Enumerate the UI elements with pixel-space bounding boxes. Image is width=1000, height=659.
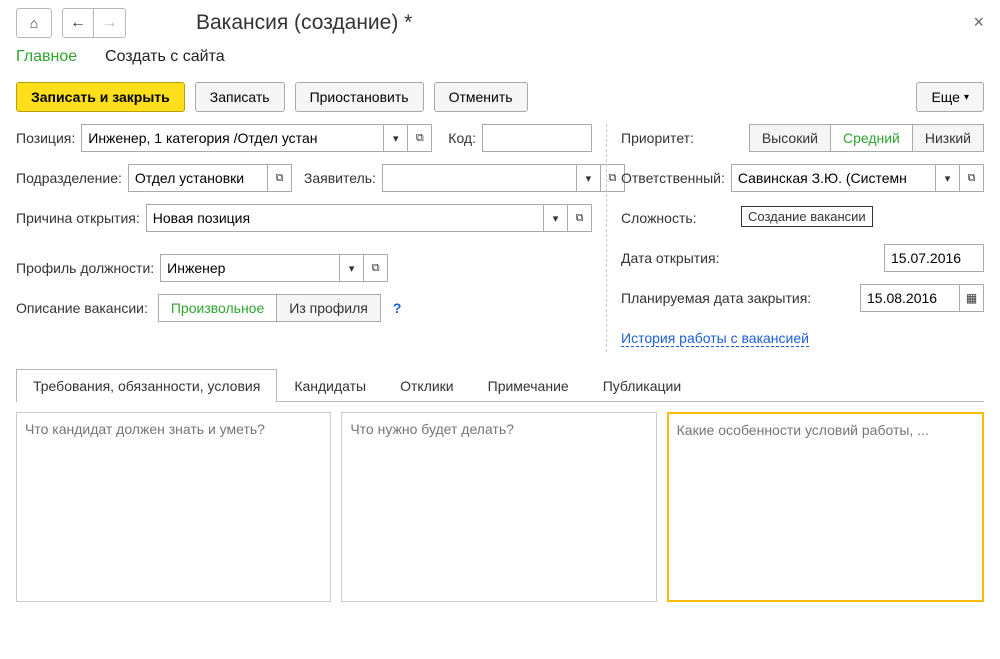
close-date-calendar-button[interactable] [960, 284, 984, 312]
profile-open-button[interactable] [364, 254, 388, 282]
open-icon [416, 132, 424, 145]
description-label: Описание вакансии: [16, 300, 148, 316]
complexity-label: Сложность: [621, 210, 697, 226]
page-title: Вакансия (создание) * [196, 11, 412, 35]
tab-publications[interactable]: Публикации [586, 369, 698, 402]
history-link[interactable]: История работы с вакансией [621, 330, 809, 347]
priority-label: Приоритет: [621, 130, 694, 146]
applicant-dropdown-button[interactable]: ▾ [577, 164, 601, 192]
more-label: Еще [931, 89, 960, 105]
department-open-button[interactable] [268, 164, 292, 192]
position-label: Позиция: [16, 130, 75, 146]
open-date-input[interactable] [884, 244, 984, 272]
close-date-label: Планируемая дата закрытия: [621, 290, 811, 306]
home-button[interactable]: ⌂ [16, 8, 52, 38]
open-icon [275, 172, 283, 185]
desc-profile-toggle[interactable]: Из профиля [277, 294, 381, 322]
code-input[interactable] [482, 124, 592, 152]
tab-candidates[interactable]: Кандидаты [277, 369, 383, 402]
department-label: Подразделение: [16, 170, 122, 186]
cancel-button[interactable]: Отменить [434, 82, 528, 112]
department-input[interactable] [128, 164, 268, 192]
save-button[interactable]: Записать [195, 82, 285, 112]
profile-input[interactable] [160, 254, 340, 282]
responsible-input[interactable] [731, 164, 936, 192]
applicant-label: Заявитель: [304, 170, 376, 186]
chevron-down-icon: ▾ [349, 262, 355, 275]
profile-dropdown-button[interactable]: ▾ [340, 254, 364, 282]
close-icon: × [973, 12, 984, 32]
responsible-open-button[interactable] [960, 164, 984, 192]
responsible-dropdown-button[interactable]: ▾ [936, 164, 960, 192]
reason-dropdown-button[interactable]: ▾ [544, 204, 568, 232]
chevron-down-icon: ▾ [393, 132, 399, 145]
chevron-down-icon: ▾ [945, 172, 951, 185]
tab-requirements[interactable]: Требования, обязанности, условия [16, 369, 277, 402]
more-button[interactable]: Еще ▾ [916, 82, 984, 112]
calendar-icon [966, 291, 977, 305]
applicant-input[interactable] [382, 164, 577, 192]
reason-input[interactable] [146, 204, 544, 232]
tab-note[interactable]: Примечание [471, 369, 586, 402]
tab-responses[interactable]: Отклики [383, 369, 471, 402]
code-label: Код: [448, 130, 476, 146]
forward-button: → [94, 8, 126, 38]
duties-memo[interactable] [341, 412, 656, 602]
requirements-memo[interactable] [16, 412, 331, 602]
chevron-down-icon: ▾ [964, 92, 969, 103]
open-icon [372, 262, 380, 275]
chevron-down-icon: ▾ [586, 172, 592, 185]
open-icon [576, 212, 584, 225]
open-date-label: Дата открытия: [621, 250, 719, 266]
priority-high-toggle[interactable]: Высокий [749, 124, 831, 152]
help-button[interactable]: ? [393, 300, 402, 316]
back-button[interactable]: ← [62, 8, 94, 38]
desc-free-toggle[interactable]: Произвольное [158, 294, 277, 322]
responsible-label: Ответственный: [621, 170, 725, 186]
reason-open-button[interactable] [568, 204, 592, 232]
position-dropdown-button[interactable]: ▾ [384, 124, 408, 152]
section-tab-main[interactable]: Главное [16, 48, 77, 66]
home-icon: ⌂ [30, 15, 38, 31]
tooltip: Создание вакансии [741, 206, 873, 227]
conditions-memo[interactable] [667, 412, 984, 602]
section-tab-from-site[interactable]: Создать с сайта [105, 48, 225, 66]
suspend-button[interactable]: Приостановить [295, 82, 424, 112]
profile-label: Профиль должности: [16, 260, 154, 276]
priority-mid-toggle[interactable]: Средний [831, 124, 913, 152]
position-input[interactable] [81, 124, 384, 152]
save-close-button[interactable]: Записать и закрыть [16, 82, 185, 112]
close-date-input[interactable] [860, 284, 960, 312]
position-open-button[interactable] [408, 124, 432, 152]
arrow-right-icon: → [102, 14, 118, 32]
chevron-down-icon: ▾ [553, 212, 559, 225]
close-button[interactable]: × [973, 12, 984, 33]
reason-label: Причина открытия: [16, 210, 140, 226]
priority-low-toggle[interactable]: Низкий [913, 124, 984, 152]
open-icon [968, 172, 976, 185]
arrow-left-icon: ← [70, 14, 86, 32]
